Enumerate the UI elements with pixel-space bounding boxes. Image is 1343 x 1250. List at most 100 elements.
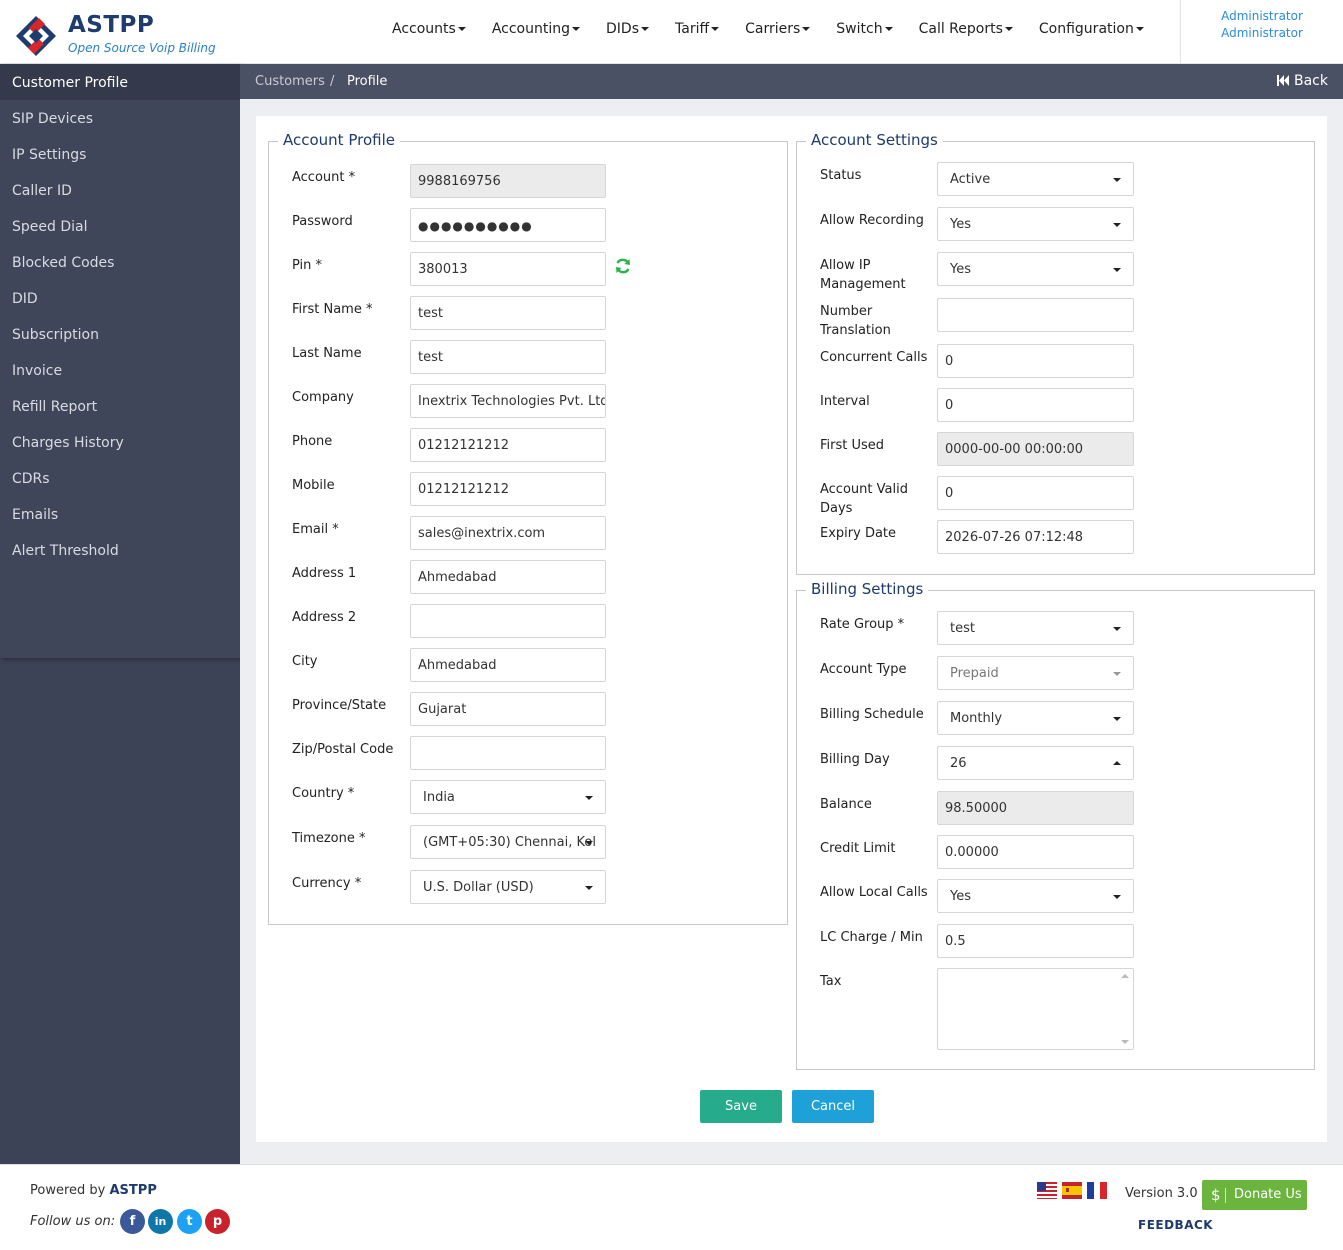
label-first-used: First Used — [820, 438, 885, 453]
powered-brand[interactable]: ASTPP — [110, 1183, 157, 1198]
label-lc-charge-min: LC Charge / Min — [820, 930, 923, 945]
twitter-icon[interactable]: t — [177, 1209, 202, 1234]
field-value: Ahmedabad — [418, 658, 497, 673]
status-select[interactable]: Active — [937, 162, 1134, 196]
credit-limit-input[interactable]: 0.00000 — [937, 835, 1134, 869]
email-input[interactable]: sales@inextrix.com — [410, 516, 606, 550]
textarea-scrollbar[interactable] — [1119, 971, 1131, 1047]
nav-carriers[interactable]: Carriers — [745, 21, 811, 37]
user-role[interactable]: Administrator — [1181, 25, 1343, 42]
scroll-up-icon[interactable] — [1121, 974, 1129, 978]
back-button[interactable]: Back — [1276, 73, 1328, 89]
label-city: City — [292, 654, 318, 669]
zip-postal-code-input[interactable] — [410, 736, 606, 770]
sidebar-item-blocked-codes[interactable]: Blocked Codes — [0, 244, 240, 280]
address-1-input[interactable]: Ahmedabad — [410, 560, 606, 594]
sidebar-item-refill-report[interactable]: Refill Report — [0, 388, 240, 424]
nav-dids[interactable]: DIDs — [606, 21, 649, 37]
save-button[interactable]: Save — [700, 1090, 782, 1123]
billing-day-select[interactable]: 26 — [937, 746, 1134, 780]
rate-group-select[interactable]: test — [937, 611, 1134, 645]
cancel-button[interactable]: Cancel — [792, 1090, 874, 1123]
facebook-icon[interactable]: f — [120, 1209, 145, 1234]
lc-charge-min-input[interactable]: 0.5 — [937, 924, 1134, 958]
country-select[interactable]: India — [410, 780, 606, 814]
sidebar-item-cdrs[interactable]: CDRs — [0, 460, 240, 496]
sidebar-item-ip-settings[interactable]: IP Settings — [0, 136, 240, 172]
sidebar-item-did[interactable]: DID — [0, 280, 240, 316]
label-billing-schedule: Billing Schedule — [820, 707, 924, 722]
sidebar-item-charges-history[interactable]: Charges History — [0, 424, 240, 460]
nav-accounting[interactable]: Accounting — [492, 21, 581, 37]
field-value: 0000-00-00 00:00:00 — [945, 442, 1084, 457]
label-allow-recording: Allow Recording — [820, 213, 924, 228]
city-input[interactable]: Ahmedabad — [410, 648, 606, 682]
first-name-input[interactable]: test — [410, 296, 606, 330]
nav-label: Tariff — [675, 21, 710, 37]
allow-recording-select[interactable]: Yes — [937, 207, 1134, 241]
account-settings-legend: Account Settings — [806, 131, 943, 149]
currency-select[interactable]: U.S. Dollar (USD) — [410, 870, 606, 904]
label-account-type: Account Type — [820, 662, 907, 677]
address-2-input[interactable] — [410, 604, 606, 638]
sidebar-item-alert-threshold[interactable]: Alert Threshold — [0, 532, 240, 568]
dollar-icon: $ — [1211, 1186, 1221, 1204]
allow-ip-management-select[interactable]: Yes — [937, 252, 1134, 286]
nav-call-reports[interactable]: Call Reports — [919, 21, 1013, 37]
allow-local-calls-select[interactable]: Yes — [937, 879, 1134, 913]
company-input[interactable]: Inextrix Technologies Pvt. Ltd. — [410, 384, 606, 418]
user-name[interactable]: Administrator — [1181, 8, 1343, 25]
sidebar-item-caller-id[interactable]: Caller ID — [0, 172, 240, 208]
donate-button[interactable]: $ Donate Us — [1202, 1180, 1307, 1210]
field-value: Inextrix Technologies Pvt. Ltd. — [418, 394, 606, 409]
field-value: U.S. Dollar (USD) — [423, 880, 534, 895]
label-country: Country * — [292, 786, 355, 801]
field-value: 0 — [945, 354, 954, 369]
sidebar-item-emails[interactable]: Emails — [0, 496, 240, 532]
us-flag-icon[interactable] — [1037, 1182, 1057, 1199]
label-mobile: Mobile — [292, 478, 335, 493]
linkedin-icon[interactable]: in — [148, 1209, 173, 1234]
sidebar-item-subscription[interactable]: Subscription — [0, 316, 240, 352]
interval-input[interactable]: 0 — [937, 388, 1134, 422]
label-phone: Phone — [292, 434, 333, 449]
fr-flag-icon[interactable] — [1087, 1182, 1107, 1199]
nav-accounts[interactable]: Accounts — [392, 21, 466, 37]
billing-settings-legend: Billing Settings — [806, 580, 929, 598]
astpp-logo[interactable]: ASTPP Open Source Voip Billing — [14, 12, 216, 58]
password-input[interactable]: ●●●●●●●●●● — [410, 208, 606, 242]
sidebar-item-speed-dial[interactable]: Speed Dial — [0, 208, 240, 244]
timezone-select[interactable]: (GMT+05:30) Chennai, Kol — [410, 825, 606, 859]
nav-configuration[interactable]: Configuration — [1039, 21, 1144, 37]
province-state-input[interactable]: Gujarat — [410, 692, 606, 726]
refresh-pin-icon[interactable] — [614, 257, 632, 275]
sidebar-item-customer-profile[interactable]: Customer Profile — [0, 64, 240, 100]
scroll-down-icon[interactable] — [1121, 1040, 1129, 1044]
label-timezone: Timezone * — [292, 831, 366, 846]
account-valid-days-input[interactable]: 0 — [937, 476, 1134, 510]
caret-down-icon — [802, 27, 811, 31]
pinterest-icon[interactable]: p — [205, 1209, 230, 1234]
expiry-date-input[interactable]: 2026-07-26 07:12:48 — [937, 520, 1134, 554]
sidebar-item-invoice[interactable]: Invoice — [0, 352, 240, 388]
user-menu[interactable]: Administrator Administrator — [1180, 0, 1343, 64]
breadcrumb-customers[interactable]: Customers — [255, 74, 325, 89]
es-flag-icon[interactable] — [1062, 1182, 1082, 1199]
mobile-input[interactable]: 01212121212 — [410, 472, 606, 506]
donate-label: Donate Us — [1234, 1187, 1302, 1202]
phone-input[interactable]: 01212121212 — [410, 428, 606, 462]
last-name-input[interactable]: test — [410, 340, 606, 374]
nav-switch[interactable]: Switch — [836, 21, 893, 37]
sidebar-item-sip-devices[interactable]: SIP Devices — [0, 100, 240, 136]
feedback-link[interactable]: FEEDBACK — [1138, 1218, 1213, 1232]
nav-tariff[interactable]: Tariff — [675, 21, 720, 37]
field-value: sales@inextrix.com — [418, 526, 546, 541]
field-value: Gujarat — [418, 702, 467, 717]
pin-input[interactable]: 380013 — [410, 252, 606, 286]
label-expiry-date: Expiry Date — [820, 526, 897, 541]
label-number-translation: Number Translation — [820, 304, 891, 338]
billing-schedule-select[interactable]: Monthly — [937, 701, 1134, 735]
number-translation-input[interactable] — [937, 298, 1134, 332]
concurrent-calls-input[interactable]: 0 — [937, 344, 1134, 378]
tax-textarea[interactable] — [937, 968, 1134, 1050]
